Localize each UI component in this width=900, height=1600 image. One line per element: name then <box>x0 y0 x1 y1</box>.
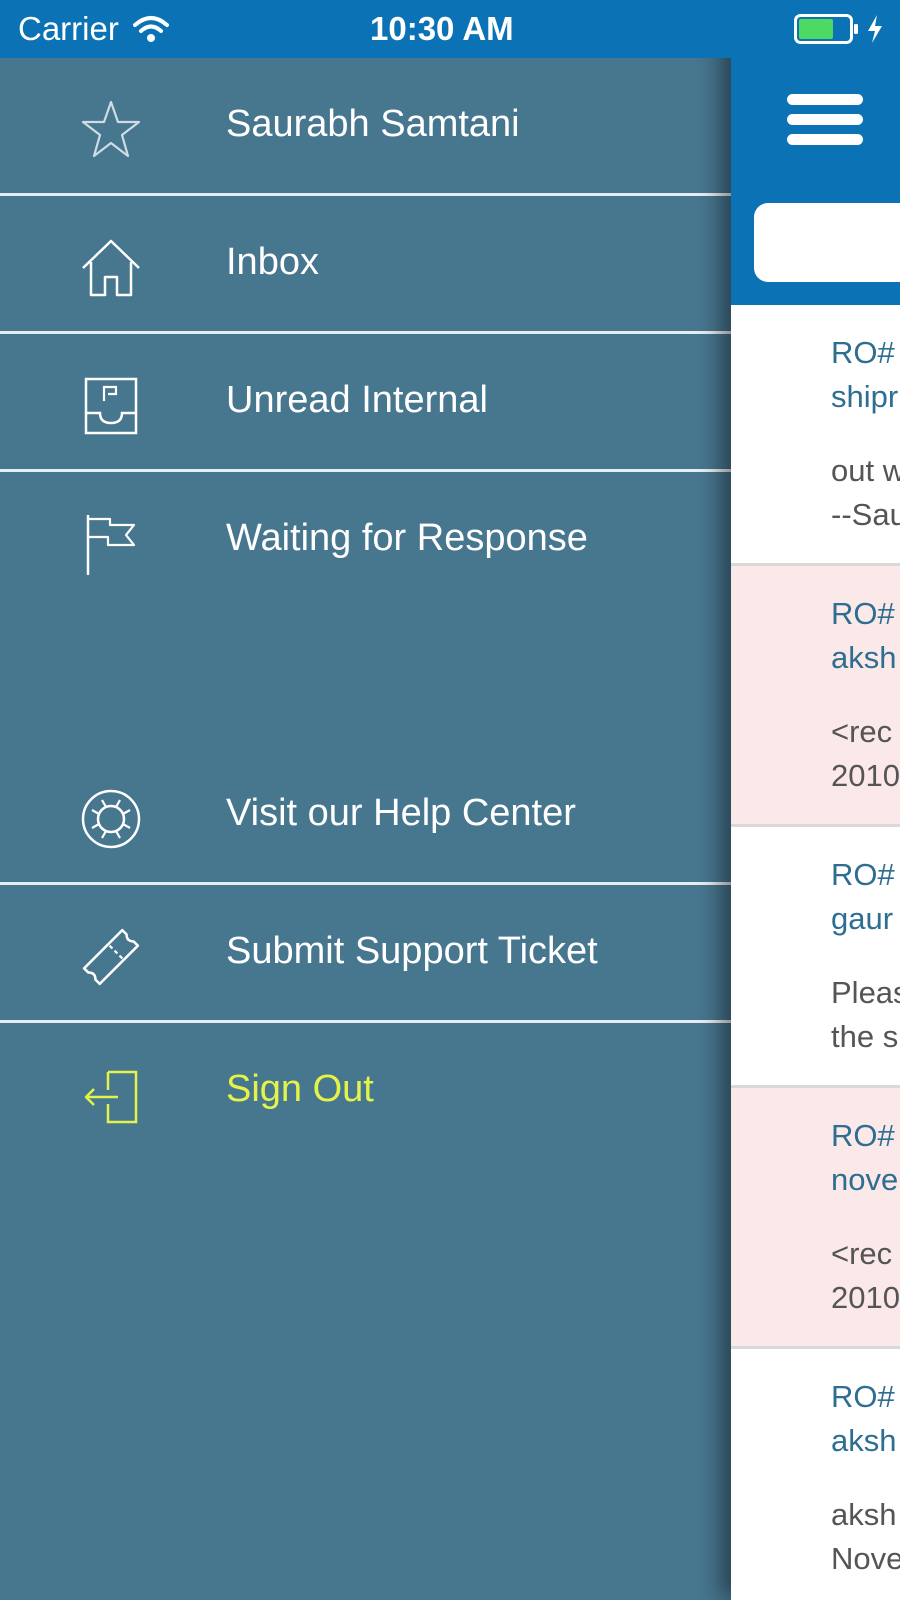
ticket-preview: the s <box>831 1019 899 1054</box>
star-icon <box>81 100 141 158</box>
ticket-requester: aksh <box>831 640 897 675</box>
menu-item-waiting-for-response[interactable]: Waiting for Response <box>0 472 731 610</box>
ticket-row[interactable]: RO# aksh <rec 2010 <box>731 566 900 827</box>
ticket-title: RO# <box>831 1379 895 1414</box>
menu-item-label: Saurabh Samtani <box>226 103 520 145</box>
flag-icon <box>86 515 136 575</box>
menu-item-submit-ticket[interactable]: Submit Support Ticket <box>0 885 731 1023</box>
search-input[interactable] <box>754 203 900 282</box>
sign-out-icon <box>84 1070 138 1124</box>
menu-item-inbox[interactable]: Inbox <box>0 196 731 334</box>
main-panel[interactable]: RO# shipr out w --Sau RO# aksh <rec 2010… <box>731 0 900 1600</box>
ticket-row[interactable]: RO# gaur Pleas the s <box>731 827 900 1088</box>
side-menu: Saurabh Samtani Inbox Unread Internal Wa… <box>0 58 731 1600</box>
status-time: 10:30 AM <box>370 10 514 47</box>
ticket-title: RO# <box>831 1118 895 1153</box>
battery-icon <box>794 14 858 44</box>
menu-item-sign-out[interactable]: Sign Out <box>0 1023 731 1161</box>
ticket-preview: out w <box>831 453 900 488</box>
carrier-label: Carrier <box>18 10 119 47</box>
menu-item-label: Unread Internal <box>226 379 488 421</box>
ticket-preview: 2010 <box>831 758 900 793</box>
menu-item-label: Submit Support Ticket <box>226 930 598 972</box>
ticket-title: RO# <box>831 857 895 892</box>
ticket-requester: nove <box>831 1162 899 1197</box>
ticket-preview: <rec <box>831 1236 893 1271</box>
ticket-icon <box>82 928 140 986</box>
ticket-preview: --Sau <box>831 497 900 532</box>
ticket-preview: <rec <box>831 714 893 749</box>
ticket-row[interactable]: RO# nove <rec 2010 <box>731 1088 900 1349</box>
ticket-row[interactable]: RO# shipr out w --Sau <box>731 305 900 566</box>
ticket-preview: 2010 <box>831 1280 900 1315</box>
menu-item-label: Visit our Help Center <box>226 792 576 834</box>
hamburger-menu-icon[interactable] <box>787 94 863 146</box>
menu-item-label: Waiting for Response <box>226 517 588 559</box>
carrier-indicator: Carrier <box>18 10 169 48</box>
ticket-preview: Nove <box>831 1541 900 1576</box>
status-bar: Carrier 10:30 AM <box>0 0 900 58</box>
ticket-title: RO# <box>831 596 895 631</box>
ticket-preview: Pleas <box>831 975 900 1010</box>
menu-item-unread-internal[interactable]: Unread Internal <box>0 334 731 472</box>
wifi-icon <box>132 16 169 42</box>
lifebuoy-icon <box>81 789 141 849</box>
inbox-tray-icon <box>84 377 138 435</box>
menu-item-help-center[interactable]: Visit our Help Center <box>0 747 731 885</box>
menu-item-label: Sign Out <box>226 1068 374 1110</box>
ticket-requester: aksh <box>831 1423 897 1458</box>
home-icon <box>82 239 140 297</box>
charging-bolt-icon <box>868 15 882 43</box>
ticket-preview: aksh <box>831 1497 897 1532</box>
ticket-row[interactable]: RO# aksh aksh Nove <box>731 1349 900 1600</box>
ticket-requester: gaur <box>831 901 894 936</box>
ticket-requester: shipr <box>831 379 899 414</box>
menu-item-profile[interactable]: Saurabh Samtani <box>0 58 731 196</box>
menu-item-label: Inbox <box>226 241 319 283</box>
ticket-title: RO# <box>831 335 895 370</box>
